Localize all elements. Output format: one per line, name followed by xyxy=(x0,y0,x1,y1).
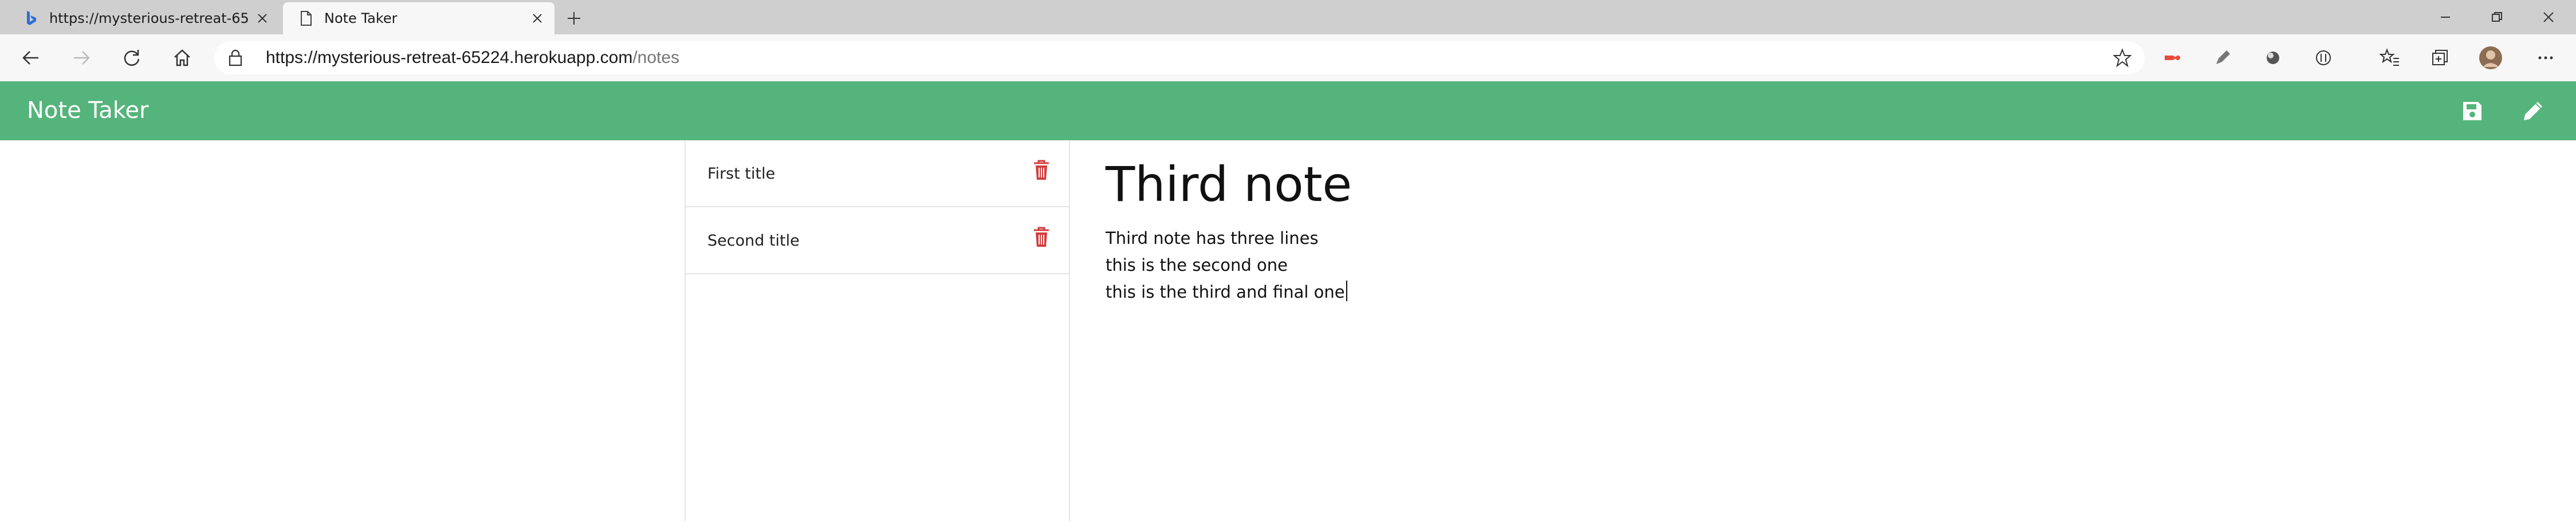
profile-avatar[interactable] xyxy=(2477,44,2504,72)
trash-icon[interactable] xyxy=(1031,159,1052,181)
extension-red-icon[interactable] xyxy=(2158,44,2186,72)
restore-icon[interactable] xyxy=(2484,5,2510,30)
collections-icon[interactable] xyxy=(2426,44,2454,72)
bing-icon xyxy=(27,11,36,25)
forward-icon[interactable] xyxy=(68,44,95,72)
pencil-icon xyxy=(2524,102,2542,120)
browser-toolbar: https://mysterious-retreat-65224.herokua… xyxy=(0,34,2576,82)
note-title-input[interactable]: Third note xyxy=(1106,156,1352,212)
extension-circle-icon[interactable] xyxy=(2259,44,2287,72)
browser-tab-strip: https://mysterious-retreat-65224 Note Ta… xyxy=(0,0,2576,34)
new-note-button[interactable] xyxy=(2518,96,2548,126)
extension-reader-icon[interactable] xyxy=(2310,44,2337,72)
url-path: /notes xyxy=(632,48,680,67)
page-icon xyxy=(301,11,312,26)
save-icon xyxy=(2463,102,2481,120)
list-item[interactable]: Second title xyxy=(686,207,1069,274)
minimize-icon[interactable] xyxy=(2432,5,2459,30)
lock-icon xyxy=(229,49,242,66)
home-icon[interactable] xyxy=(168,44,196,72)
tab-inactive[interactable]: https://mysterious-retreat-65224 xyxy=(8,2,280,34)
app-brand[interactable]: Note Taker xyxy=(27,81,149,140)
list-item[interactable]: First title xyxy=(686,140,1069,207)
note-body-line-text: this is the third and final one xyxy=(1106,282,1345,302)
url-host: https://mysterious-retreat-65224.herokua… xyxy=(266,48,633,67)
tab-title: https://mysterious-retreat-65224 xyxy=(49,10,250,26)
extension-pen-icon[interactable] xyxy=(2209,44,2236,72)
address-bar[interactable]: https://mysterious-retreat-65224.herokua… xyxy=(214,41,2145,74)
url-text[interactable]: https://mysterious-retreat-65224.herokua… xyxy=(266,41,679,74)
note-body-line: this is the third and final one xyxy=(1106,279,1347,306)
tab-close-icon[interactable] xyxy=(250,6,275,31)
note-editor: Third note Third note has three lines th… xyxy=(1106,140,2538,521)
note-body-line: Third note has three lines xyxy=(1106,228,1319,248)
app-header: Note Taker xyxy=(0,81,2576,140)
tab-title: Note Taker xyxy=(324,10,398,26)
tab-active[interactable]: Note Taker xyxy=(283,2,554,34)
refresh-icon[interactable] xyxy=(118,44,145,72)
note-body-line: this is the second one xyxy=(1106,255,1288,275)
new-tab-icon[interactable] xyxy=(561,6,587,31)
text-caret xyxy=(1346,281,1347,301)
favorites-icon[interactable] xyxy=(2376,44,2404,72)
note-title-label[interactable]: First title xyxy=(707,140,775,207)
back-icon[interactable] xyxy=(17,44,45,72)
note-title-label[interactable]: Second title xyxy=(707,207,800,274)
favorite-star-icon[interactable] xyxy=(2113,48,2132,68)
note-body-textarea[interactable]: Third note has three lines this is the s… xyxy=(1106,225,1347,306)
more-options-icon[interactable] xyxy=(2532,44,2559,72)
save-note-button[interactable] xyxy=(2457,96,2487,126)
tab-close-icon[interactable] xyxy=(525,6,550,31)
trash-icon[interactable] xyxy=(1031,226,1052,248)
window-close-icon[interactable] xyxy=(2535,5,2562,30)
notes-list: First title Second title xyxy=(685,140,1070,521)
